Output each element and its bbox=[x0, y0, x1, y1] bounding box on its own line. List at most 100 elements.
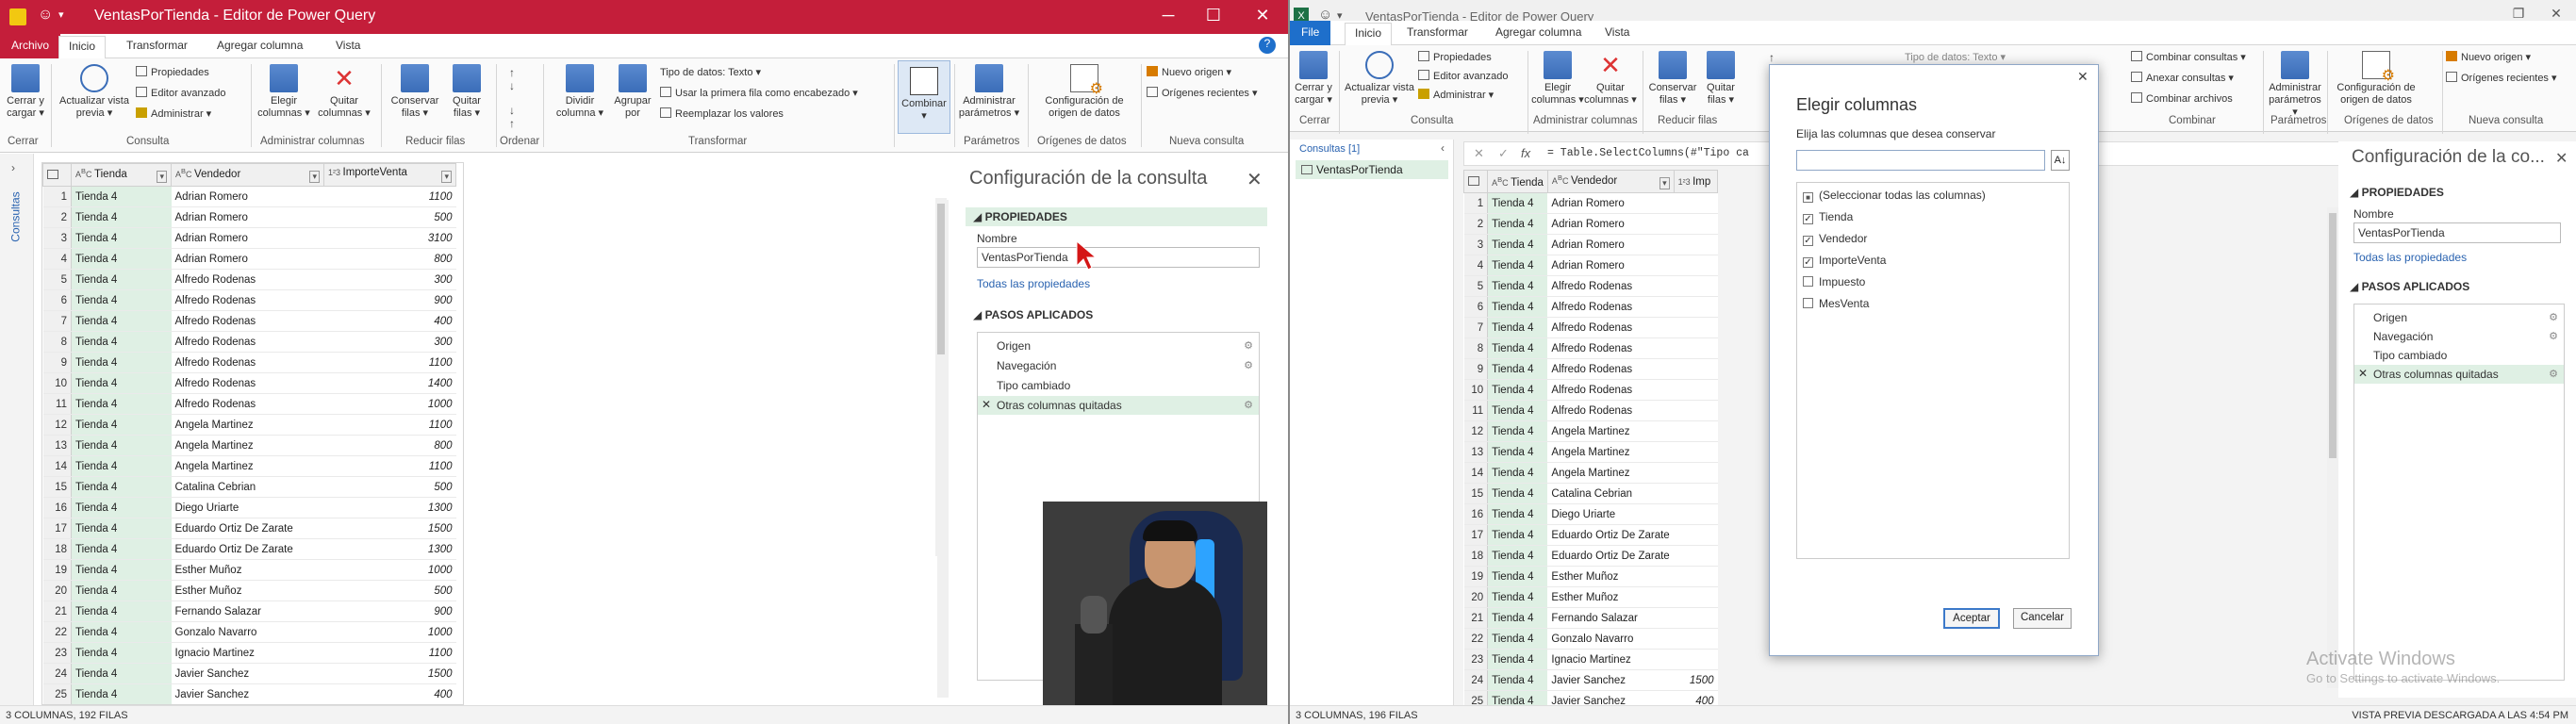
column-filter-icon[interactable]: ▾ bbox=[441, 171, 452, 183]
sort-desc-icon[interactable]: ↓ ↑ bbox=[509, 104, 515, 130]
table-cell[interactable]: 300 bbox=[323, 331, 456, 353]
row-number[interactable]: 23 bbox=[42, 642, 72, 664]
table-cell[interactable]: Alfredo Rodenas bbox=[1547, 275, 1675, 297]
checkmark-icon[interactable]: ✓ bbox=[1803, 236, 1813, 246]
table-cell[interactable]: Eduardo Ortiz De Zarate bbox=[1547, 545, 1675, 567]
confirm-formula-icon[interactable]: ✓ bbox=[1498, 146, 1509, 161]
row-number[interactable]: 4 bbox=[42, 248, 72, 270]
row-number[interactable]: 6 bbox=[42, 289, 72, 311]
tab-vista[interactable]: Vista bbox=[336, 39, 360, 52]
table-cell[interactable]: Tienda 4 bbox=[71, 206, 172, 228]
settings-close-icon[interactable]: ✕ bbox=[1247, 168, 1263, 191]
table-cell[interactable]: Tienda 4 bbox=[1487, 379, 1548, 401]
table-cell[interactable]: Tienda 4 bbox=[1487, 255, 1548, 276]
table-cell[interactable]: Tienda 4 bbox=[1487, 296, 1548, 318]
tab-archivo[interactable]: Archivo bbox=[0, 34, 61, 58]
row-number[interactable]: 11 bbox=[1463, 400, 1489, 421]
table-row[interactable]: 15 Tienda 4 Catalina Cebrian 500 bbox=[42, 476, 456, 498]
table-cell[interactable]: Tienda 4 bbox=[71, 518, 172, 539]
table-cell[interactable]: 800 bbox=[323, 248, 456, 270]
table-cell[interactable] bbox=[1674, 358, 1718, 380]
table-row[interactable]: 1 Tienda 4 Adrian Romero 1100 bbox=[42, 186, 456, 207]
step-tipo-cambiado[interactable]: Tipo cambiado bbox=[2354, 346, 2564, 365]
table-cell[interactable]: Tienda 4 bbox=[71, 414, 172, 436]
row-number[interactable]: 10 bbox=[1463, 379, 1489, 401]
table-row[interactable]: 24 Tienda 4 Javier Sanchez 1500 bbox=[42, 663, 456, 684]
delete-step-icon[interactable]: ✕ bbox=[982, 398, 991, 411]
table-cell[interactable]: Tienda 4 bbox=[1487, 462, 1548, 484]
table-cell[interactable]: Eduardo Ortiz De Zarate bbox=[171, 518, 324, 539]
row-number[interactable]: 19 bbox=[1463, 566, 1489, 587]
table-cell[interactable]: Tienda 4 bbox=[71, 310, 172, 332]
table-row[interactable]: 16 Tienda 4 Diego Uriarte bbox=[1463, 503, 1718, 525]
combine-queries-button[interactable]: Combinar consultas ▾ bbox=[2131, 51, 2246, 63]
table-cell[interactable]: 1100 bbox=[323, 186, 456, 207]
first-row-header-button[interactable]: Usar la primera fila como encabezado ▾ bbox=[660, 87, 858, 99]
grid-corner[interactable] bbox=[1463, 170, 1489, 193]
table-cell[interactable]: Tienda 4 bbox=[71, 372, 172, 394]
table-cell[interactable]: Tienda 4 bbox=[1487, 607, 1548, 629]
table-row[interactable]: 2 Tienda 4 Adrian Romero 500 bbox=[42, 206, 456, 228]
table-row[interactable]: 4 Tienda 4 Adrian Romero bbox=[1463, 255, 1718, 276]
table-cell[interactable] bbox=[1674, 379, 1718, 401]
tab-file[interactable]: File bbox=[1290, 21, 1331, 45]
help-icon[interactable]: ? bbox=[1259, 37, 1276, 54]
query-item[interactable]: VentasPorTienda bbox=[1296, 160, 1448, 179]
table-row[interactable]: 1 Tienda 4 Adrian Romero bbox=[1463, 192, 1718, 214]
applied-steps-section[interactable]: ◢ PASOS APLICADOS bbox=[966, 305, 1267, 324]
table-row[interactable]: 20 Tienda 4 Esther Muñoz bbox=[1463, 586, 1718, 608]
collapse-queries-icon[interactable]: ‹ bbox=[1441, 141, 1445, 155]
row-number[interactable]: 7 bbox=[42, 310, 72, 332]
row-number[interactable]: 10 bbox=[42, 372, 72, 394]
table-cell[interactable]: 1500 bbox=[323, 663, 456, 684]
table-cell[interactable]: Tienda 4 bbox=[1487, 669, 1548, 691]
table-row[interactable]: 5 Tienda 4 Alfredo Rodenas 300 bbox=[42, 269, 456, 290]
tab-inicio[interactable]: Inicio bbox=[1345, 23, 1393, 45]
table-cell[interactable]: Tienda 4 bbox=[1487, 337, 1548, 359]
table-cell[interactable]: 300 bbox=[323, 269, 456, 290]
group-by-button[interactable]: Agrupar por bbox=[611, 64, 654, 120]
table-cell[interactable]: Catalina Cebrian bbox=[171, 476, 324, 498]
table-cell[interactable]: Tienda 4 bbox=[1487, 649, 1548, 670]
table-cell[interactable]: 1100 bbox=[323, 642, 456, 664]
table-row[interactable]: 4 Tienda 4 Adrian Romero 800 bbox=[42, 248, 456, 270]
table-cell[interactable]: Tienda 4 bbox=[71, 331, 172, 353]
row-number[interactable]: 15 bbox=[42, 476, 72, 498]
tab-agregar-columna[interactable]: Agregar columna bbox=[1495, 25, 1581, 39]
table-cell[interactable]: Tienda 4 bbox=[71, 393, 172, 415]
restore-icon[interactable]: ❐ bbox=[2502, 6, 2535, 22]
empty-checkbox-icon[interactable] bbox=[1803, 298, 1813, 308]
row-number[interactable]: 3 bbox=[42, 227, 72, 249]
table-cell[interactable]: Tienda 4 bbox=[71, 621, 172, 643]
row-number[interactable]: 25 bbox=[1463, 690, 1489, 705]
combine-files-button[interactable]: Combinar archivos bbox=[2131, 92, 2233, 105]
checkmark-icon[interactable]: ✓ bbox=[1803, 214, 1813, 224]
table-row[interactable]: 6 Tienda 4 Alfredo Rodenas 900 bbox=[42, 289, 456, 311]
table-cell[interactable] bbox=[1674, 234, 1718, 255]
table-cell[interactable]: 1000 bbox=[323, 621, 456, 643]
table-cell[interactable] bbox=[1674, 566, 1718, 587]
table-cell[interactable]: Javier Sanchez bbox=[171, 683, 324, 704]
column-header-vendedor[interactable]: ABC Vendedor ▾ bbox=[1546, 170, 1675, 193]
table-row[interactable]: 8 Tienda 4 Alfredo Rodenas bbox=[1463, 337, 1718, 359]
gear-icon[interactable]: ⚙ bbox=[2549, 311, 2558, 323]
row-number[interactable]: 20 bbox=[42, 580, 72, 601]
table-cell[interactable]: Esther Muñoz bbox=[171, 559, 324, 581]
table-cell[interactable]: Angela Martinez bbox=[171, 414, 324, 436]
combine-button[interactable]: Combinar ▾ bbox=[898, 60, 950, 134]
gear-icon[interactable]: ⚙ bbox=[2549, 368, 2558, 380]
keep-rows-button[interactable]: Conservar filas ▾ bbox=[387, 64, 443, 120]
row-number[interactable]: 24 bbox=[42, 663, 72, 684]
row-number[interactable]: 14 bbox=[1463, 462, 1489, 484]
table-cell[interactable]: Alfredo Rodenas bbox=[171, 310, 324, 332]
table-cell[interactable]: 900 bbox=[323, 601, 456, 622]
empty-checkbox-icon[interactable] bbox=[1803, 276, 1813, 287]
table-cell[interactable]: Alfredo Rodenas bbox=[171, 269, 324, 290]
row-number[interactable]: 24 bbox=[1463, 669, 1489, 691]
manage-button[interactable]: Administrar ▾ bbox=[1418, 89, 1494, 101]
table-cell[interactable] bbox=[1674, 275, 1718, 297]
row-number[interactable]: 20 bbox=[1463, 586, 1489, 608]
table-cell[interactable] bbox=[1674, 649, 1718, 670]
row-number[interactable]: 15 bbox=[1463, 483, 1489, 504]
row-number[interactable]: 14 bbox=[42, 455, 72, 477]
